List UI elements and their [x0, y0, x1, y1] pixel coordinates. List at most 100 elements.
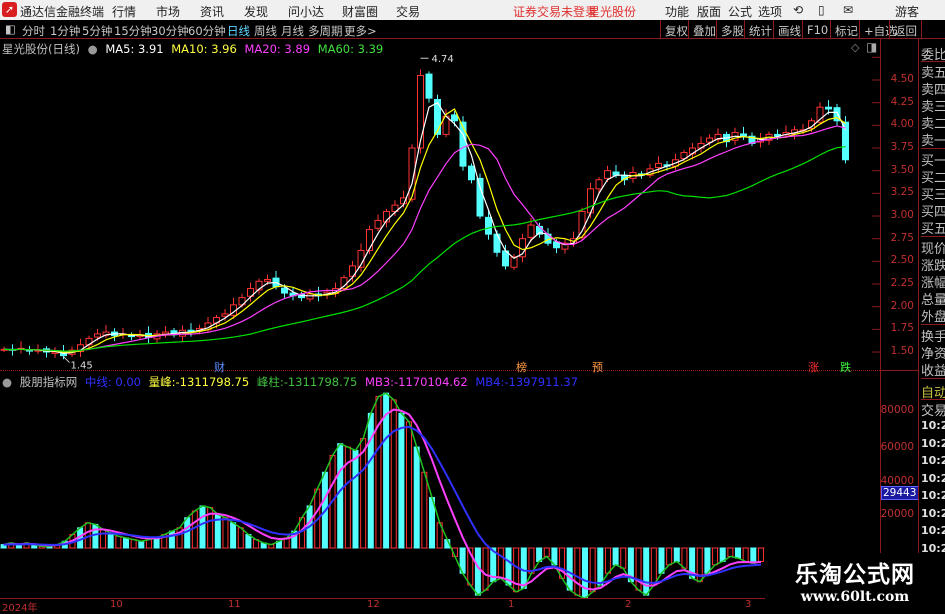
- histogram-bar: [757, 547, 764, 562]
- time-label: 11: [228, 599, 241, 610]
- candle-body: [493, 233, 501, 253]
- btn-back[interactable]: 返回: [889, 20, 922, 39]
- histogram-bar: [666, 547, 673, 566]
- price-axis-label: 2.50: [890, 254, 914, 267]
- refresh-icon[interactable]: ⟲: [793, 3, 803, 17]
- histogram-bar: [704, 547, 711, 574]
- watermark-url: www.60lt.com: [800, 589, 910, 605]
- ma5-line: [3, 101, 847, 354]
- histogram-bar: [375, 396, 382, 549]
- fengzhu-value: 峰柱:-1311798.75: [256, 375, 358, 389]
- divider: [921, 148, 945, 149]
- indicator-chart[interactable]: [0, 390, 880, 598]
- mail-icon[interactable]: ✉: [843, 3, 853, 17]
- menu-item-markets[interactable]: 市场: [156, 3, 180, 20]
- period-tab[interactable]: 多周期: [308, 23, 343, 39]
- period-tab[interactable]: 5分钟: [82, 23, 112, 39]
- histogram-bar: [130, 539, 137, 549]
- histogram-bar: [742, 547, 749, 562]
- settings-icon[interactable]: ●: [2, 375, 12, 389]
- price-axis-label: 1.75: [890, 322, 914, 335]
- mid-value: 中线: 0.00: [84, 375, 141, 389]
- histogram-bar: [520, 547, 527, 589]
- candle-body: [604, 170, 611, 179]
- candle-body: [451, 114, 458, 122]
- period-tab[interactable]: 1分钟: [50, 23, 80, 39]
- candle-body: [459, 121, 467, 167]
- price-axis: 4.50 4.25 4.00 3.75 3.50 3.25 3.00 2.75 2.50 2.25…: [880, 38, 919, 598]
- trade-time: 10:27: [921, 454, 945, 467]
- event-marker[interactable]: 榜: [516, 359, 527, 375]
- event-marker[interactable]: 预: [592, 359, 603, 375]
- price-chart[interactable]: 4.74 1.45: [0, 38, 880, 370]
- ma20-line: [3, 125, 846, 352]
- histogram-bar: [643, 547, 650, 596]
- more-periods[interactable]: 更多>: [344, 23, 377, 39]
- login-status[interactable]: 证券交易未登录: [513, 3, 597, 20]
- btn-f10[interactable]: F10: [802, 20, 832, 39]
- histogram-bar: [390, 399, 397, 549]
- candle-body: [527, 224, 535, 238]
- period-tab-active[interactable]: 日线: [227, 23, 250, 39]
- time-label: 1: [508, 599, 515, 610]
- event-marker[interactable]: 跌: [840, 359, 851, 375]
- price-axis-label: 4.25: [890, 95, 914, 108]
- period-tab[interactable]: 分时: [22, 23, 45, 39]
- liangfeng-value: 量峰:-1311798.75: [148, 375, 250, 389]
- btn-mark[interactable]: 标记: [830, 20, 862, 39]
- period-tab[interactable]: 周线: [254, 23, 277, 39]
- indicator-title: 股朋指标网: [19, 375, 78, 389]
- event-marker[interactable]: 涨: [808, 359, 819, 375]
- histogram-bar: [199, 505, 206, 549]
- histogram-bar: [750, 547, 757, 564]
- candle-body: [94, 333, 101, 338]
- menu-item-discover[interactable]: 发现: [244, 3, 268, 20]
- histogram-bar: [727, 547, 734, 557]
- price-axis-label: 4.50: [890, 73, 914, 85]
- menu-item-trade[interactable]: 交易: [396, 3, 420, 20]
- period-tab[interactable]: 60分钟: [188, 23, 226, 39]
- menu-bar: ➚ 通达信金融终端 行情 市场 资讯 发现 问小达 财富圈 交易 证券交易未登录…: [0, 0, 945, 20]
- period-tab[interactable]: 30分钟: [151, 23, 189, 39]
- btn-stats[interactable]: 统计: [744, 20, 776, 39]
- pane-divider: [0, 370, 880, 371]
- time-label: 2024年: [2, 603, 38, 614]
- histogram-bar: [604, 547, 611, 574]
- histogram-bar: [574, 547, 581, 596]
- ind-axis-label: 60000: [880, 441, 914, 453]
- histogram-bar: [237, 527, 244, 549]
- period-tab[interactable]: 15分钟: [114, 23, 152, 39]
- ind-axis-label: 80000: [880, 404, 914, 416]
- menu-options[interactable]: 选项: [758, 3, 782, 20]
- histogram-bar: [712, 547, 719, 566]
- menu-item-market[interactable]: 行情: [112, 3, 136, 20]
- ma60-line: [3, 146, 846, 352]
- histogram-bar: [658, 547, 665, 574]
- menu-function[interactable]: 功能: [665, 3, 689, 20]
- histogram-bar: [597, 547, 604, 586]
- low-price-label: 1.45: [71, 361, 93, 370]
- menu-formula[interactable]: 公式: [728, 3, 752, 20]
- user-label[interactable]: 游客: [895, 3, 919, 20]
- menu-item-assistant[interactable]: 问小达: [288, 3, 324, 20]
- trade-time: 10:27: [921, 436, 945, 450]
- histogram-bar: [107, 532, 114, 549]
- event-marker[interactable]: 财: [214, 359, 225, 375]
- menu-item-wealth[interactable]: 财富圈: [342, 3, 378, 20]
- candle-body: [221, 313, 229, 317]
- histogram-bar: [145, 539, 152, 549]
- histogram-bar: [360, 438, 367, 549]
- candle-body: [425, 73, 433, 99]
- candle-body: [366, 229, 373, 251]
- histogram-bar: [337, 443, 344, 549]
- sidebar-toggle-icon[interactable]: ◧: [5, 22, 16, 36]
- candle-body: [595, 179, 603, 190]
- phone-icon[interactable]: ▯: [818, 3, 825, 17]
- menu-item-news[interactable]: 资讯: [200, 3, 224, 20]
- divider: [921, 324, 945, 325]
- menu-layout[interactable]: 版面: [697, 3, 721, 20]
- time-label: 12: [367, 599, 380, 610]
- period-tab[interactable]: 月线: [281, 23, 304, 39]
- btn-draw[interactable]: 画线: [773, 20, 805, 39]
- price-axis-label: 3.25: [890, 186, 914, 199]
